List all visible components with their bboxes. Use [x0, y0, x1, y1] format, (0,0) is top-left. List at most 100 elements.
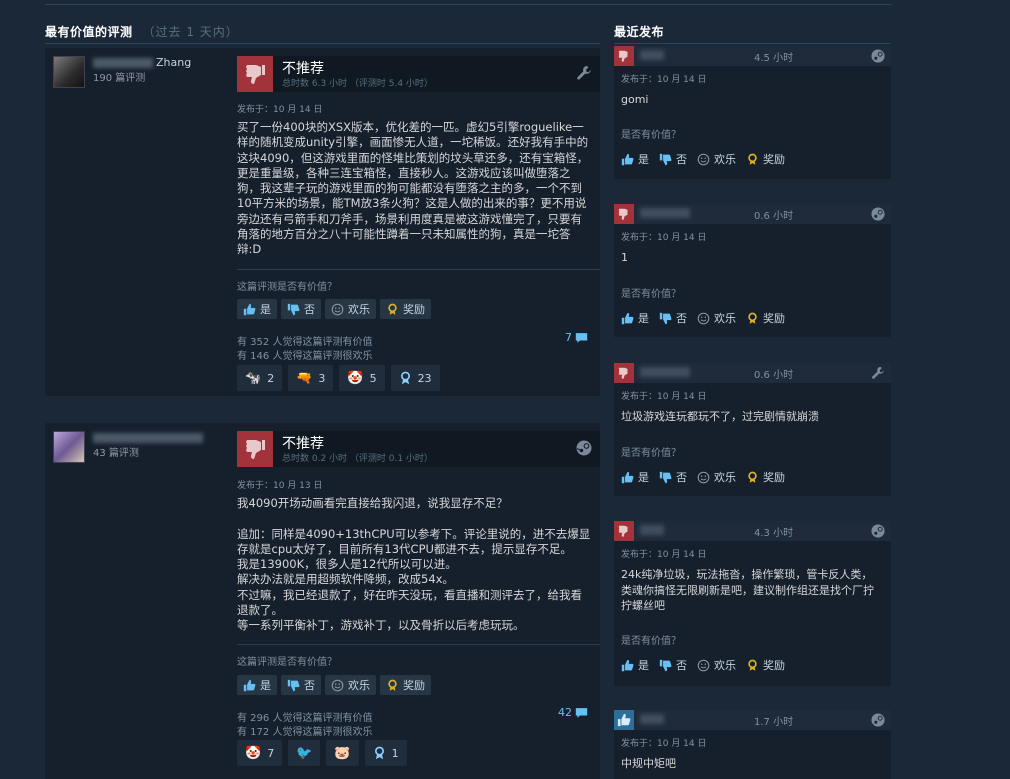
review-text: 1 [621, 251, 628, 264]
author-name[interactable] [640, 208, 690, 218]
helpful-question: 这篇评测是否有价值？ [237, 657, 337, 668]
smiley-icon [697, 312, 710, 324]
award-item[interactable]: 🔫 3 [288, 365, 334, 391]
award-button[interactable]: 奖励 [746, 469, 785, 485]
author-name[interactable] [93, 431, 206, 444]
playtime: 总时数 0.2 小时 （评测时 0.1 小时） [282, 454, 433, 464]
review-author[interactable]: 43 篇评测 [53, 431, 233, 471]
review-text: gomi [621, 93, 649, 106]
vote-buttons: 是 否 欢乐 奖励 [621, 657, 785, 673]
author-name[interactable]: Zhang [93, 56, 191, 69]
review-header[interactable]: 不推荐 总时数 0.2 小时 （评测时 0.1 小时） [237, 431, 600, 467]
vote-buttons: 是 否 欢乐 奖励 [621, 151, 785, 167]
author-name[interactable] [640, 367, 690, 377]
vote-no-button[interactable]: 否 [659, 310, 687, 326]
review-author[interactable]: Zhang 190 篇评测 [53, 56, 233, 96]
funny-count: 有 146 人觉得这篇评测很欢乐 [237, 351, 373, 362]
comments-link[interactable]: 42 [558, 706, 588, 719]
thumbs-down-icon [614, 521, 634, 541]
comments-link[interactable]: 7 [565, 331, 588, 344]
steam-icon [871, 49, 885, 63]
author-review-count[interactable]: 190 篇评测 [93, 69, 145, 84]
award-item[interactable]: 🐷 [326, 740, 359, 766]
award-button[interactable]: 奖励 [746, 657, 785, 673]
vote-buttons: 是 否 欢乐 奖励 [237, 299, 431, 319]
vote-no-button[interactable]: 否 [659, 469, 687, 485]
clown-award-icon: 🤡 [347, 370, 364, 386]
thumbs-down-icon [287, 679, 300, 691]
steam-icon [871, 524, 885, 538]
steam-icon [576, 440, 592, 456]
recent-review-card[interactable]: 4.5 小时 发布于：10 月 14 日 gomi 是否有价值？ 是 否 欢乐 … [614, 46, 891, 179]
vote-yes-button[interactable]: 是 [237, 299, 277, 319]
bird-award-icon: 🐦 [296, 745, 313, 761]
vote-no-button[interactable]: 否 [659, 151, 687, 167]
recent-review-card[interactable]: 0.6 小时 发布于：10 月 14 日 垃圾游戏连玩都玩不了，过完剧情就崩溃 … [614, 363, 891, 496]
recent-review-card[interactable]: 0.6 小时 发布于：10 月 14 日 1 是否有价值？ 是 否 欢乐 奖励 [614, 204, 891, 337]
vote-no-button[interactable]: 否 [281, 299, 321, 319]
recent-review-card[interactable]: 1.7 小时 发布于：10 月 14 日 中规中矩吧 [614, 710, 891, 779]
vote-funny-button[interactable]: 欢乐 [697, 151, 736, 167]
author-name[interactable] [640, 714, 664, 724]
award-item[interactable]: 23 [390, 365, 440, 391]
vote-yes-button[interactable]: 是 [621, 310, 649, 326]
award-button[interactable]: 奖励 [746, 310, 785, 326]
vote-yes-button[interactable]: 是 [621, 151, 649, 167]
recent-review-header[interactable]: 0.6 小时 [614, 363, 891, 383]
vote-no-button[interactable]: 否 [659, 657, 687, 673]
award-item[interactable]: 1 [364, 740, 407, 766]
vote-funny-button[interactable]: 欢乐 [325, 675, 376, 695]
award-icon [748, 659, 757, 671]
author-review-count[interactable]: 43 篇评测 [93, 444, 139, 459]
recent-review-header[interactable]: 0.6 小时 [614, 204, 891, 224]
award-button[interactable]: 奖励 [746, 151, 785, 167]
review-card: 43 篇评测 不推荐 总时数 0.2 小时 （评测时 0.1 小时） 发布于：1… [45, 423, 600, 779]
recent-review-card[interactable]: 4.3 小时 发布于：10 月 14 日 24k纯净垃圾，玩法拖沓，操作繁琐，管… [614, 521, 891, 686]
posted-date: 发布于：10 月 13 日 [237, 481, 323, 491]
helpful-question: 是否有价值？ [621, 448, 681, 459]
avatar[interactable] [53, 431, 85, 463]
award-button[interactable]: 奖励 [380, 299, 431, 319]
recent-review-header[interactable]: 1.7 小时 [614, 710, 891, 730]
award-item[interactable]: 🐦 [288, 740, 321, 766]
recent-review-header[interactable]: 4.5 小时 [614, 46, 891, 66]
vote-no-button[interactable]: 否 [281, 675, 321, 695]
review-header[interactable]: 不推荐 总时数 6.3 小时 （评测时 5.4 小时） [237, 56, 600, 92]
vote-buttons: 是 否 欢乐 奖励 [621, 469, 785, 485]
posted-date: 发布于：10 月 14 日 [621, 550, 707, 560]
vote-yes-button[interactable]: 是 [237, 675, 277, 695]
vote-yes-button[interactable]: 是 [621, 469, 649, 485]
recent-review-header[interactable]: 4.3 小时 [614, 521, 891, 541]
awards-row: 🤡 7 🐦 🐷 1 [237, 740, 407, 766]
thumbs-down-icon [237, 431, 273, 467]
vote-funny-button[interactable]: 欢乐 [325, 299, 376, 319]
award-item[interactable]: 🤡 7 [237, 740, 283, 766]
vote-funny-button[interactable]: 欢乐 [697, 469, 736, 485]
posted-date: 发布于：10 月 14 日 [621, 233, 707, 243]
helpful-count: 有 296 人觉得这篇评测有价值 [237, 713, 373, 724]
thumbs-up-icon [621, 659, 634, 671]
smiley-icon [331, 303, 344, 315]
review-text: 垃圾游戏连玩都玩不了，过完剧情就崩溃 [621, 410, 819, 423]
divider [237, 269, 600, 270]
vote-yes-button[interactable]: 是 [621, 657, 649, 673]
award-item[interactable]: 🤡 5 [339, 365, 385, 391]
pig-award-icon: 🐷 [334, 745, 351, 761]
vote-buttons: 是 否 欢乐 奖励 [621, 310, 785, 326]
divider [237, 644, 600, 645]
avatar[interactable] [53, 56, 85, 88]
posted-date: 发布于：10 月 14 日 [237, 105, 323, 115]
award-item[interactable]: 🐄 2 [237, 365, 283, 391]
review-text: 中规中矩吧 [621, 757, 676, 770]
award-icon [748, 153, 757, 165]
thumbs-down-icon [287, 303, 300, 315]
blaster-award-icon: 🔫 [296, 370, 313, 386]
award-button[interactable]: 奖励 [380, 675, 431, 695]
steam-icon [871, 713, 885, 727]
vote-funny-button[interactable]: 欢乐 [697, 657, 736, 673]
vote-funny-button[interactable]: 欢乐 [697, 310, 736, 326]
review-text: 我4090开场动画看完直接给我闪退，说我显存不足？ 追加：同样是4090+13t… [237, 496, 591, 633]
author-name[interactable] [640, 50, 664, 60]
author-name[interactable] [640, 525, 664, 535]
thumbs-down-icon [614, 46, 634, 66]
